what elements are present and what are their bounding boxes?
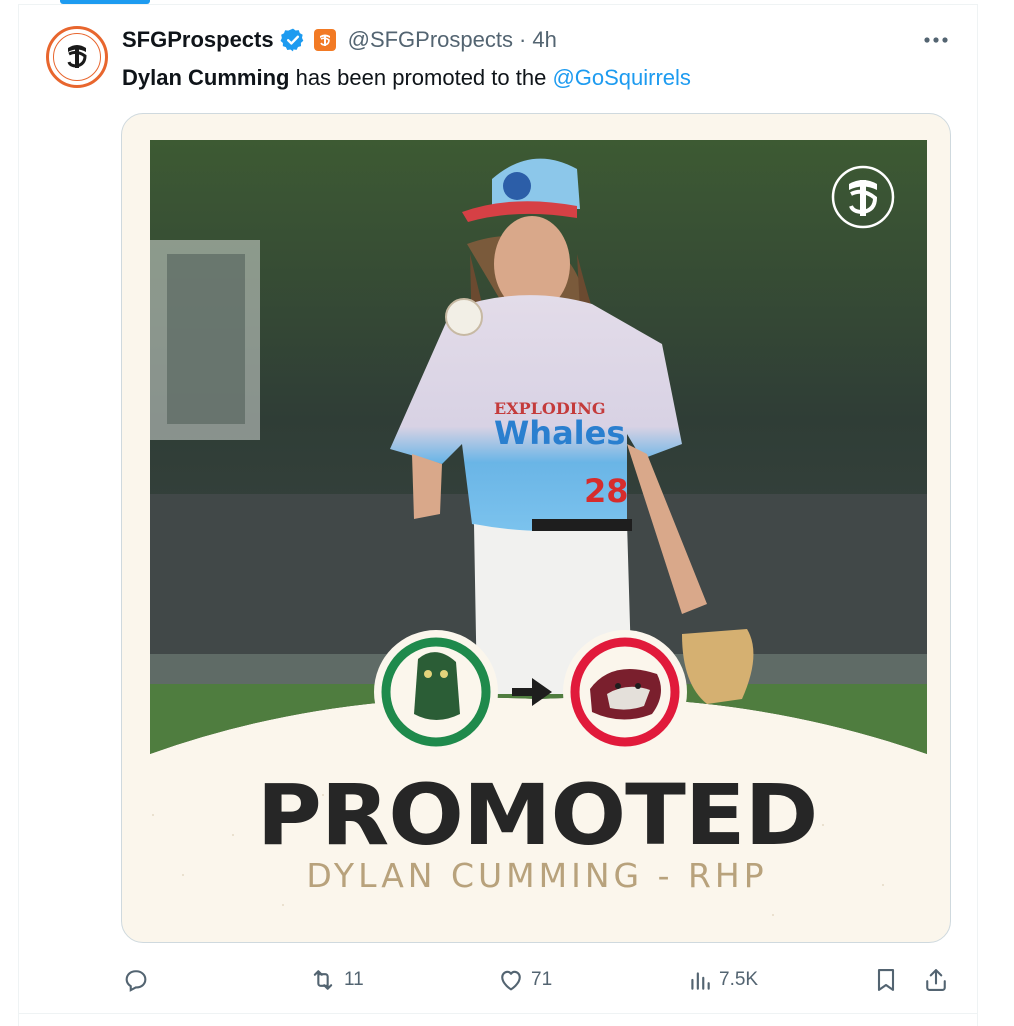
post-header: SFGProspects @SFGProspects · 4h: [122, 26, 557, 54]
divider: [18, 4, 978, 5]
headline: PROMOTED: [256, 766, 819, 864]
post-text-body: has been promoted to the: [289, 65, 553, 90]
views-icon: [691, 972, 710, 990]
like-count: 71: [531, 969, 553, 990]
share-button[interactable]: [922, 958, 950, 1002]
timeline-border-left: [18, 4, 19, 1026]
verified-icon: [280, 28, 303, 52]
views-button[interactable]: 7.5K: [687, 958, 758, 1002]
retweet-count: 11: [344, 969, 364, 990]
player-name: Dylan Cumming: [122, 65, 290, 90]
action-bar: 11 71 7.5K: [0, 958, 1014, 1002]
mention-link[interactable]: @GoSquirrels: [552, 65, 691, 90]
svg-text:28: 28: [584, 472, 629, 510]
giants-badge-icon[interactable]: [313, 29, 336, 51]
like-icon: [501, 970, 521, 991]
divider: [18, 1013, 978, 1014]
media-image[interactable]: EXPLODING Whales 28 PROMOTED DYLAN CUMMI…: [121, 113, 951, 943]
bookmark-button[interactable]: [872, 958, 900, 1002]
separator: ·: [519, 27, 527, 52]
post-text: Dylan Cumming has been promoted to the @…: [122, 63, 691, 93]
more-icon[interactable]: [920, 28, 952, 52]
avatar[interactable]: [46, 26, 108, 88]
like-button[interactable]: 71: [497, 958, 552, 1002]
player-subline: DYLAN CUMMING - RHP: [306, 856, 768, 895]
retweet-icon: [313, 970, 333, 990]
svg-text:Whales: Whales: [494, 414, 625, 452]
handle[interactable]: @SFGProspects: [348, 27, 513, 53]
share-icon: [926, 969, 946, 991]
timeline-border-right: [977, 4, 978, 1026]
reply-icon: [125, 970, 147, 992]
display-name[interactable]: SFGProspects: [122, 27, 274, 53]
bookmark-icon: [877, 969, 895, 991]
sf-logo-icon: [53, 33, 101, 81]
timestamp[interactable]: 4h: [532, 27, 556, 53]
retweet-button[interactable]: 11: [308, 958, 364, 1002]
views-count: 7.5K: [719, 969, 759, 990]
reply-button[interactable]: [122, 958, 156, 1002]
